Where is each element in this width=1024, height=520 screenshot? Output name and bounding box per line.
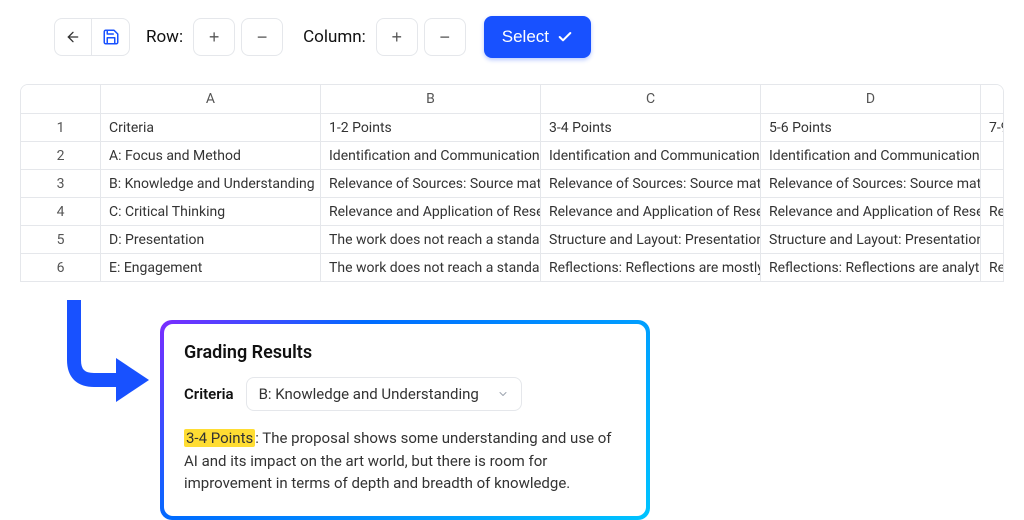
chevron-down-icon <box>497 388 509 400</box>
cell[interactable]: Relevance and Application of Rese <box>541 198 761 225</box>
cell[interactable]: B: Knowledge and Understanding <box>101 170 321 197</box>
row-number[interactable]: 6 <box>21 254 101 281</box>
table-row: 3 B: Knowledge and Understanding Relevan… <box>21 169 1003 197</box>
cell[interactable]: Reflections: Reflections are mostly <box>541 254 761 281</box>
criteria-select[interactable]: B: Knowledge and Understanding <box>246 377 522 411</box>
points-highlight: 3-4 Points <box>184 429 255 447</box>
cell[interactable]: Reflections: Reflections are analyti <box>761 254 981 281</box>
select-button-label: Select <box>502 27 549 47</box>
criteria-label: Criteria <box>184 385 234 403</box>
column-controls: + − <box>376 18 466 56</box>
cell[interactable]: The work does not reach a standa <box>321 226 541 253</box>
column-label: Column: <box>303 27 366 47</box>
plus-icon: + <box>392 27 403 48</box>
arrow-left-icon <box>65 29 81 45</box>
row-number[interactable]: 3 <box>21 170 101 197</box>
callout-arrow-icon <box>54 300 144 410</box>
row-remove-button[interactable]: − <box>241 18 283 56</box>
card-body: Grading Results Criteria B: Knowledge an… <box>164 324 646 516</box>
row-label: Row: <box>146 27 183 47</box>
cell[interactable]: 7-9 P <box>981 114 1004 141</box>
column-header-row: A B C D E <box>21 85 1003 113</box>
cell[interactable]: Relevance and Application of Rese <box>761 198 981 225</box>
cell[interactable]: E: Engagement <box>101 254 321 281</box>
minus-icon: − <box>440 27 451 48</box>
save-icon <box>102 28 120 46</box>
row-number[interactable]: 4 <box>21 198 101 225</box>
cell[interactable] <box>981 226 1004 253</box>
cell[interactable]: A: Focus and Method <box>101 142 321 169</box>
table-row: 6 E: Engagement The work does not reach … <box>21 253 1003 281</box>
spreadsheet[interactable]: A B C D E 1 Criteria 1-2 Points 3-4 Poin… <box>20 84 1004 282</box>
column-header[interactable]: B <box>321 85 541 113</box>
column-remove-button[interactable]: − <box>424 18 466 56</box>
column-header[interactable]: D <box>761 85 981 113</box>
cell[interactable]: Refle <box>981 254 1004 281</box>
cell[interactable]: C: Critical Thinking <box>101 198 321 225</box>
cell[interactable]: The work does not reach a standa <box>321 254 541 281</box>
corner-cell <box>21 85 101 113</box>
cell[interactable]: Structure and Layout: Presentation <box>761 226 981 253</box>
cell[interactable] <box>981 170 1004 197</box>
card-title: Grading Results <box>184 342 626 363</box>
cell[interactable]: 1-2 Points <box>321 114 541 141</box>
cell[interactable]: Relevance of Sources: Source mat <box>541 170 761 197</box>
cell[interactable]: Relevance of Sources: Source mat <box>321 170 541 197</box>
table-row: 2 A: Focus and Method Identification and… <box>21 141 1003 169</box>
card-text: 3-4 Points: The proposal shows some unde… <box>184 427 626 495</box>
cell[interactable] <box>981 142 1004 169</box>
cell[interactable]: Relev <box>981 198 1004 225</box>
cell[interactable]: 3-4 Points <box>541 114 761 141</box>
plus-icon: + <box>209 27 220 48</box>
row-number[interactable]: 1 <box>21 114 101 141</box>
column-add-button[interactable]: + <box>376 18 418 56</box>
select-button[interactable]: Select <box>484 16 591 58</box>
row-controls: + − <box>193 18 283 56</box>
nav-save-group <box>54 18 130 56</box>
cell[interactable]: Identification and Communication: <box>321 142 541 169</box>
cell[interactable]: 5-6 Points <box>761 114 981 141</box>
column-header[interactable]: E <box>981 85 1004 113</box>
criteria-row: Criteria B: Knowledge and Understanding <box>184 377 626 411</box>
column-header[interactable]: A <box>101 85 321 113</box>
cell[interactable]: Relevance of Sources: Source mat <box>761 170 981 197</box>
grading-results-card: Grading Results Criteria B: Knowledge an… <box>160 320 650 520</box>
table-row: 1 Criteria 1-2 Points 3-4 Points 5-6 Poi… <box>21 113 1003 141</box>
cell[interactable]: Structure and Layout: Presentation <box>541 226 761 253</box>
cell[interactable]: D: Presentation <box>101 226 321 253</box>
toolbar: Row: + − Column: + − Select <box>0 0 1024 66</box>
column-header[interactable]: C <box>541 85 761 113</box>
check-icon <box>557 29 573 45</box>
row-number[interactable]: 2 <box>21 142 101 169</box>
cell[interactable]: Relevance and Application of Rese <box>321 198 541 225</box>
minus-icon: − <box>257 27 268 48</box>
cell[interactable]: Identification and Communication: <box>761 142 981 169</box>
back-button[interactable] <box>54 18 92 56</box>
row-add-button[interactable]: + <box>193 18 235 56</box>
criteria-value: B: Knowledge and Understanding <box>259 385 479 403</box>
save-button[interactable] <box>92 18 130 56</box>
row-number[interactable]: 5 <box>21 226 101 253</box>
cell[interactable]: Criteria <box>101 114 321 141</box>
table-row: 4 C: Critical Thinking Relevance and App… <box>21 197 1003 225</box>
table-row: 5 D: Presentation The work does not reac… <box>21 225 1003 253</box>
cell[interactable]: Identification and Communication: <box>541 142 761 169</box>
